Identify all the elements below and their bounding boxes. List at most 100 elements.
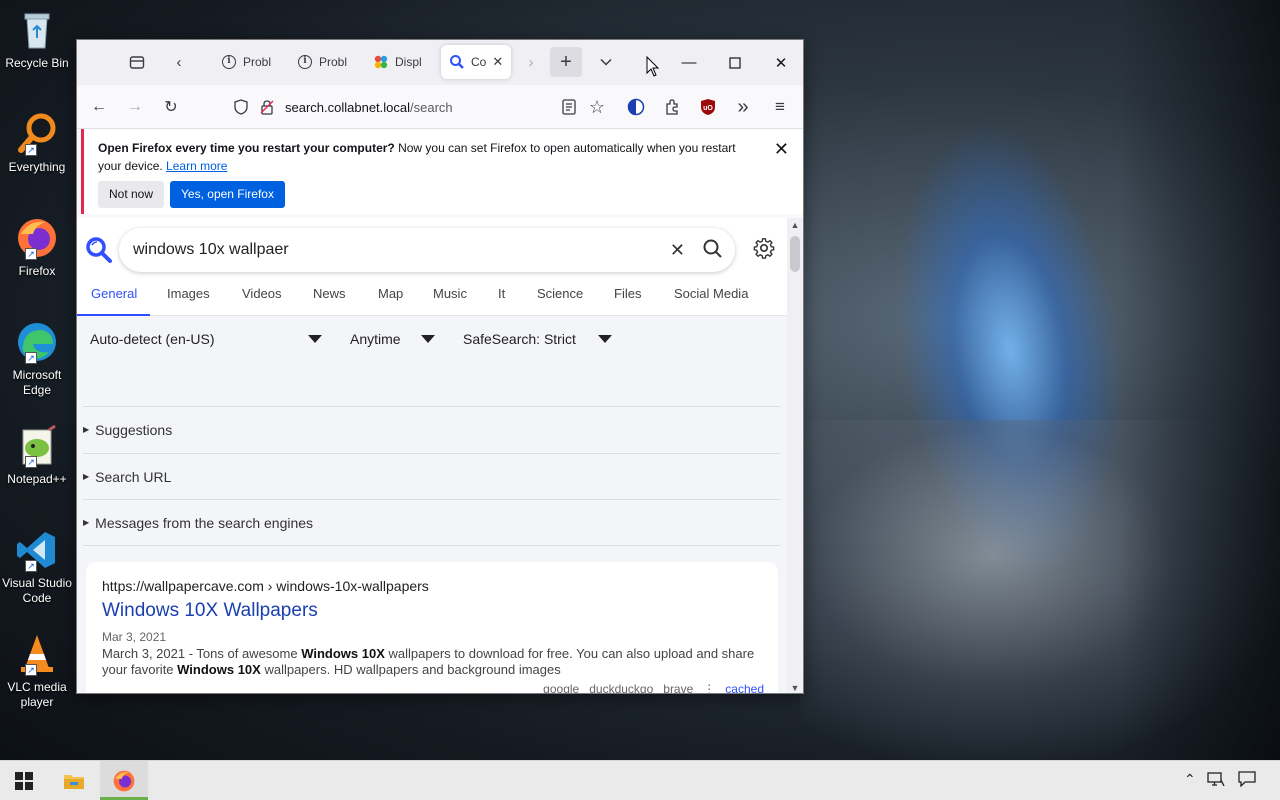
close-notice-button[interactable]: ✕ bbox=[774, 139, 789, 160]
desktop-icon-label: Visual Studio Code bbox=[2, 576, 72, 605]
taskbar-file-explorer[interactable] bbox=[50, 761, 98, 800]
engine-brave: brave bbox=[663, 682, 694, 694]
scroll-down-icon[interactable]: ▼ bbox=[790, 683, 800, 693]
desktop-icon-vscode[interactable]: ↗ Visual Studio Code bbox=[2, 528, 72, 606]
section-label: Suggestions bbox=[95, 421, 173, 438]
notifications-button[interactable] bbox=[1238, 771, 1256, 790]
everything-magnifier-icon: ↗ bbox=[15, 112, 59, 156]
firefox-view-button[interactable] bbox=[123, 48, 151, 76]
desktop-icon-firefox[interactable]: ↗ Firefox bbox=[2, 216, 72, 279]
half-moon-icon bbox=[627, 98, 645, 116]
network-status-button[interactable] bbox=[1207, 771, 1225, 790]
navigation-toolbar: ← → ↻ search.collabnet.local/search ☆ uO… bbox=[77, 85, 803, 129]
desktop-icon-everything[interactable]: ↗ Everything bbox=[2, 112, 72, 175]
dark-reader-extension-button[interactable] bbox=[622, 93, 650, 121]
category-files[interactable]: Files bbox=[614, 286, 641, 301]
firefox-view-icon bbox=[129, 56, 145, 69]
desktop-icon-edge[interactable]: ↗ Microsoft Edge bbox=[2, 320, 72, 398]
application-menu-button[interactable]: ≡ bbox=[766, 93, 794, 121]
recycle-bin-icon bbox=[15, 8, 59, 52]
result-date: Mar 3, 2021 bbox=[102, 630, 167, 644]
forward-button[interactable]: → bbox=[121, 93, 149, 121]
search-url-toggle[interactable]: ▶ Search URL bbox=[83, 453, 780, 499]
shortcut-arrow-icon: ↗ bbox=[25, 456, 37, 468]
close-window-button[interactable]: ✕ bbox=[758, 40, 803, 85]
tab-problem-1[interactable]: i Probl bbox=[213, 45, 281, 79]
desktop-icon-notepadpp[interactable]: ↗ Notepad++ bbox=[2, 424, 72, 487]
reload-button[interactable]: ↻ bbox=[157, 93, 185, 121]
more-tools-button[interactable]: » bbox=[729, 93, 757, 121]
search-result: https://wallpapercave.com › windows-10x-… bbox=[86, 562, 778, 694]
category-videos[interactable]: Videos bbox=[242, 286, 282, 301]
colorful-flower-icon bbox=[373, 54, 389, 70]
time-range-select[interactable]: Anytime bbox=[350, 331, 401, 347]
page-scrollbar[interactable]: ▲ ▼ bbox=[787, 218, 803, 693]
tab-label: Probl bbox=[319, 55, 348, 69]
more-vertical-icon[interactable]: ⋮ bbox=[703, 682, 715, 693]
scroll-thumb[interactable] bbox=[790, 236, 800, 272]
safesearch-select[interactable]: SafeSearch: Strict bbox=[463, 331, 576, 347]
start-button[interactable] bbox=[0, 761, 48, 800]
star-icon: ☆ bbox=[588, 96, 606, 117]
chevron-right-icon: › bbox=[528, 53, 534, 71]
search-icon[interactable] bbox=[703, 239, 723, 259]
engine-messages-toggle[interactable]: ▶ Messages from the search engines bbox=[83, 499, 780, 546]
tab-display[interactable]: Displ bbox=[365, 45, 433, 79]
result-url[interactable]: https://wallpapercave.com › windows-10x-… bbox=[102, 578, 762, 594]
desktop-icon-vlc[interactable]: ↗ VLC media player bbox=[2, 632, 72, 710]
list-all-tabs-button[interactable] bbox=[592, 48, 620, 76]
svg-text:uO: uO bbox=[703, 105, 713, 112]
scroll-up-icon[interactable]: ▲ bbox=[790, 220, 800, 230]
tab-problem-2[interactable]: i Probl bbox=[289, 45, 357, 79]
tab-label: Co bbox=[471, 55, 487, 69]
reader-view-button[interactable] bbox=[555, 93, 583, 121]
minimize-button[interactable]: — bbox=[666, 40, 712, 85]
taskbar-firefox[interactable] bbox=[100, 761, 148, 800]
not-now-button[interactable]: Not now bbox=[98, 181, 165, 208]
tab-scroll-right-button[interactable]: › bbox=[517, 48, 545, 76]
searxng-logo-icon[interactable] bbox=[85, 236, 113, 264]
language-select[interactable]: Auto-detect (en-US) bbox=[90, 331, 215, 347]
category-social-media[interactable]: Social Media bbox=[674, 286, 748, 301]
category-general[interactable]: General bbox=[91, 286, 137, 301]
category-music[interactable]: Music bbox=[433, 286, 467, 301]
tab-search-active[interactable]: Co ✕ bbox=[441, 45, 511, 79]
extensions-button[interactable] bbox=[658, 93, 686, 121]
default-browser-notification: Open Firefox every time you restart your… bbox=[81, 129, 803, 214]
gear-icon[interactable] bbox=[753, 237, 775, 259]
clear-search-icon[interactable]: ✕ bbox=[670, 240, 685, 261]
maximize-button[interactable] bbox=[712, 40, 758, 85]
maximize-icon bbox=[729, 56, 741, 69]
desktop-icon-recycle-bin[interactable]: Recycle Bin bbox=[2, 8, 72, 71]
firefox-icon bbox=[113, 770, 135, 792]
category-map[interactable]: Map bbox=[378, 286, 403, 301]
category-it[interactable]: It bbox=[498, 286, 505, 301]
suggestions-toggle[interactable]: ▶ Suggestions bbox=[83, 406, 780, 452]
show-hidden-icons-button[interactable]: ⌃ bbox=[1184, 771, 1196, 788]
section-label: Messages from the search engines bbox=[95, 514, 314, 531]
category-science[interactable]: Science bbox=[537, 286, 583, 301]
category-news[interactable]: News bbox=[313, 286, 346, 301]
ublock-extension-button[interactable]: uO bbox=[694, 93, 722, 121]
cached-link[interactable]: cached bbox=[725, 682, 764, 693]
category-images[interactable]: Images bbox=[167, 286, 210, 301]
chevron-down-icon bbox=[600, 58, 612, 66]
bookmark-button[interactable]: ☆ bbox=[583, 93, 611, 121]
search-input[interactable]: windows 10x wallpaer ✕ bbox=[119, 228, 735, 272]
chevron-up-icon: ⌃ bbox=[1184, 771, 1196, 787]
caret-down-icon[interactable] bbox=[308, 335, 322, 343]
tab-scroll-left-button[interactable]: ‹ bbox=[165, 48, 193, 76]
double-chevron-right-icon: » bbox=[737, 95, 749, 118]
insecure-lock-icon[interactable] bbox=[259, 99, 275, 115]
learn-more-link[interactable]: Learn more bbox=[166, 159, 227, 173]
caret-down-icon[interactable] bbox=[598, 335, 612, 343]
back-button[interactable]: ← bbox=[85, 93, 113, 121]
result-title-link[interactable]: Windows 10X Wallpapers bbox=[102, 600, 762, 622]
caret-down-icon[interactable] bbox=[421, 335, 435, 343]
minimize-icon: — bbox=[681, 54, 697, 71]
close-tab-icon[interactable]: ✕ bbox=[492, 54, 503, 70]
url-domain: search.collabnet.local bbox=[285, 99, 411, 115]
new-tab-button[interactable]: + bbox=[550, 47, 582, 77]
yes-open-firefox-button[interactable]: Yes, open Firefox bbox=[170, 181, 285, 208]
ublock-shield-icon: uO bbox=[701, 99, 715, 115]
